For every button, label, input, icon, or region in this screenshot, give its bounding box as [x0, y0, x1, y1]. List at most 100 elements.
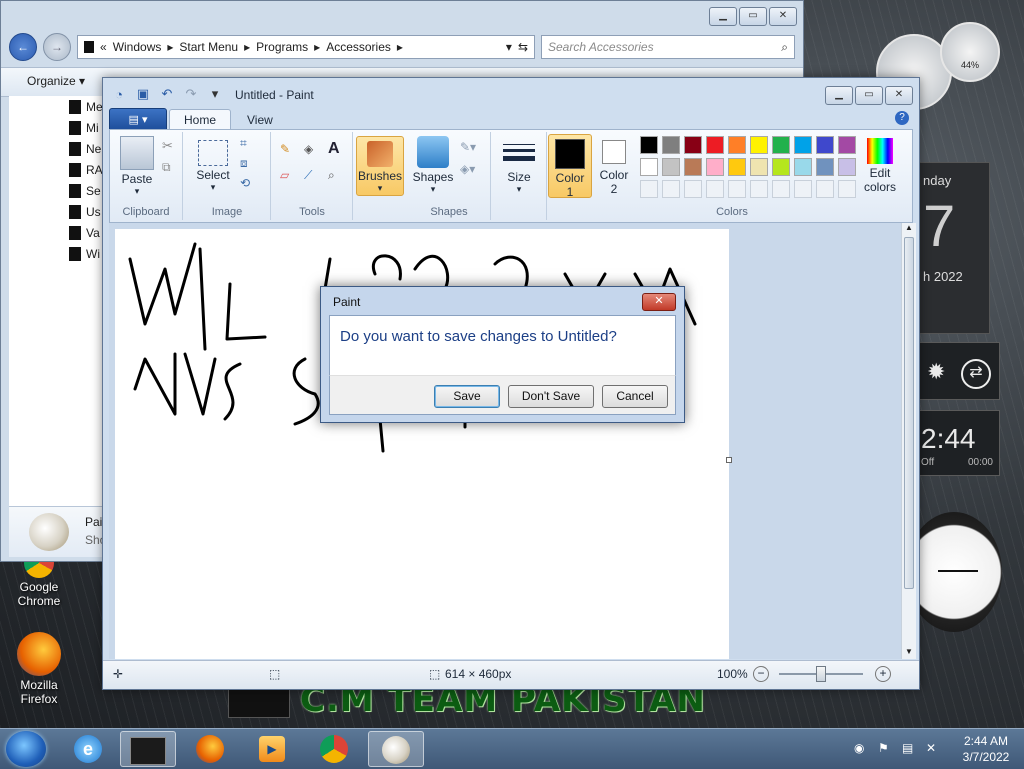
custom-color-slot[interactable] — [750, 180, 768, 198]
vertical-scrollbar[interactable]: ▲ ▼ — [901, 223, 916, 659]
chevron-right-icon[interactable]: ▸ — [314, 40, 320, 54]
scrollbar-thumb[interactable] — [904, 237, 914, 589]
edit-colors-button[interactable]: Edit colors — [852, 134, 908, 194]
palette-swatch[interactable] — [684, 136, 702, 154]
volume-muted-icon[interactable]: ✕ — [926, 741, 936, 755]
taskbar-cm-app[interactable] — [120, 731, 176, 767]
palette-swatch[interactable] — [662, 158, 680, 176]
explorer-titlebar[interactable]: ▁ ▭ ✕ — [1, 1, 803, 37]
sun-icon[interactable]: ✹ — [927, 359, 945, 385]
start-button[interactable] — [6, 731, 46, 767]
cut-icon[interactable]: ✂ — [162, 138, 180, 156]
tree-item[interactable]: Me — [9, 96, 105, 117]
scroll-down-icon[interactable]: ▼ — [902, 647, 916, 659]
tab-view[interactable]: View — [233, 110, 287, 130]
back-button[interactable]: ← — [9, 33, 37, 61]
paint-menu-button[interactable]: ▤ ▾ — [109, 108, 167, 130]
custom-color-slot[interactable] — [684, 180, 702, 198]
dialog-close-button[interactable]: ✕ — [642, 293, 676, 311]
palette-swatch[interactable] — [640, 158, 658, 176]
palette-swatch[interactable] — [772, 136, 790, 154]
tree-item[interactable]: Us — [9, 201, 105, 222]
tab-home[interactable]: Home — [169, 109, 232, 130]
chevron-right-icon[interactable]: ▸ — [244, 40, 250, 54]
resize-icon[interactable]: ⧈ — [240, 156, 258, 174]
breadcrumb-overflow[interactable]: « — [100, 40, 107, 54]
search-input[interactable]: Search Accessories ⌕ — [541, 35, 795, 59]
resize-handle[interactable] — [726, 457, 732, 463]
palette-swatch[interactable] — [640, 136, 658, 154]
dont-save-button[interactable]: Don't Save — [508, 385, 594, 408]
tree-item[interactable]: Ne — [9, 138, 105, 159]
paste-button[interactable]: Paste ▾ — [114, 132, 160, 197]
palette-swatch[interactable] — [706, 136, 724, 154]
color-picker-icon[interactable]: ⟋ — [304, 168, 322, 186]
fill-icon[interactable]: ◈ — [304, 142, 322, 160]
custom-color-slot[interactable] — [706, 180, 724, 198]
tree-item[interactable]: Mi — [9, 117, 105, 138]
cancel-button[interactable]: Cancel — [602, 385, 668, 408]
palette-swatch[interactable] — [750, 136, 768, 154]
crop-icon[interactable]: ⌗ — [240, 136, 258, 154]
palette-swatch[interactable] — [662, 136, 680, 154]
breadcrumb-item[interactable]: Programs — [256, 40, 308, 54]
custom-color-slot[interactable] — [728, 180, 746, 198]
tree-item[interactable]: Se — [9, 180, 105, 201]
text-icon[interactable]: A — [328, 140, 346, 158]
taskbar-media-player[interactable]: ▶ — [244, 731, 300, 767]
breadcrumb-item[interactable]: Accessories — [326, 40, 391, 54]
search-icon[interactable]: ⌕ — [781, 40, 788, 55]
chevron-right-icon[interactable]: ▸ — [397, 40, 403, 54]
redo-icon[interactable]: ↷ — [183, 86, 199, 102]
palette-swatch[interactable] — [728, 158, 746, 176]
palette-swatch[interactable] — [816, 158, 834, 176]
zoom-in-button[interactable]: + — [875, 666, 891, 682]
swap-icon[interactable]: ⇄ — [961, 359, 991, 389]
brushes-button[interactable]: Brushes ▾ — [356, 136, 404, 196]
forward-button[interactable]: → — [43, 33, 71, 61]
taskbar-ie[interactable]: e — [60, 731, 116, 767]
copy-icon[interactable]: ⧉ — [162, 160, 180, 178]
pencil-icon[interactable]: ✎ — [280, 142, 298, 160]
desktop-icon-firefox[interactable]: Mozilla Firefox — [4, 632, 74, 706]
action-center-icon[interactable]: ⚑ — [878, 741, 889, 755]
palette-swatch[interactable] — [794, 158, 812, 176]
rotate-icon[interactable]: ⟲ — [240, 176, 258, 194]
paint-titlebar[interactable]: ◔ ▣ ↶ ↷ ▾ Untitled - Paint ▁ ▭ ✕ — [103, 78, 919, 108]
custom-color-slot[interactable] — [662, 180, 680, 198]
color2-button[interactable]: Color 2 — [594, 134, 634, 196]
palette-swatch[interactable] — [684, 158, 702, 176]
zoom-out-button[interactable]: − — [753, 666, 769, 682]
select-button[interactable]: Select ▾ — [190, 132, 236, 193]
paint-app-icon[interactable]: ◔ — [111, 86, 127, 102]
tray-app-icon[interactable]: ◉ — [854, 741, 864, 755]
magnifier-icon[interactable]: ⌕ — [328, 168, 346, 186]
taskbar-firefox[interactable] — [182, 731, 238, 767]
close-button[interactable]: ✕ — [885, 86, 913, 105]
chevron-down-icon[interactable]: ▾ — [506, 40, 512, 54]
help-icon[interactable]: ? — [895, 111, 909, 125]
taskbar-chrome[interactable] — [306, 731, 362, 767]
custom-color-slot[interactable] — [640, 180, 658, 198]
custom-color-slot[interactable] — [772, 180, 790, 198]
network-icon[interactable]: ▤ — [902, 741, 913, 755]
palette-swatch[interactable] — [794, 136, 812, 154]
taskbar-paint[interactable] — [368, 731, 424, 767]
palette-swatch[interactable] — [728, 136, 746, 154]
custom-color-slot[interactable] — [816, 180, 834, 198]
palette-swatch[interactable] — [706, 158, 724, 176]
palette-swatch[interactable] — [750, 158, 768, 176]
undo-icon[interactable]: ↶ — [159, 86, 175, 102]
palette-swatch[interactable] — [772, 158, 790, 176]
scroll-up-icon[interactable]: ▲ — [902, 223, 916, 235]
maximize-button[interactable]: ▭ — [739, 7, 767, 26]
size-button[interactable]: Size ▾ — [496, 132, 542, 195]
refresh-icon[interactable]: ⇆ — [518, 40, 528, 54]
shapes-button[interactable]: Shapes ▾ — [410, 132, 456, 195]
maximize-button[interactable]: ▭ — [855, 86, 883, 105]
color1-button[interactable]: Color 1 — [548, 134, 592, 199]
outline-icon[interactable]: ✎▾ — [460, 140, 478, 158]
close-button[interactable]: ✕ — [769, 7, 797, 26]
tree-item[interactable]: Wi — [9, 243, 105, 264]
palette-swatch[interactable] — [816, 136, 834, 154]
